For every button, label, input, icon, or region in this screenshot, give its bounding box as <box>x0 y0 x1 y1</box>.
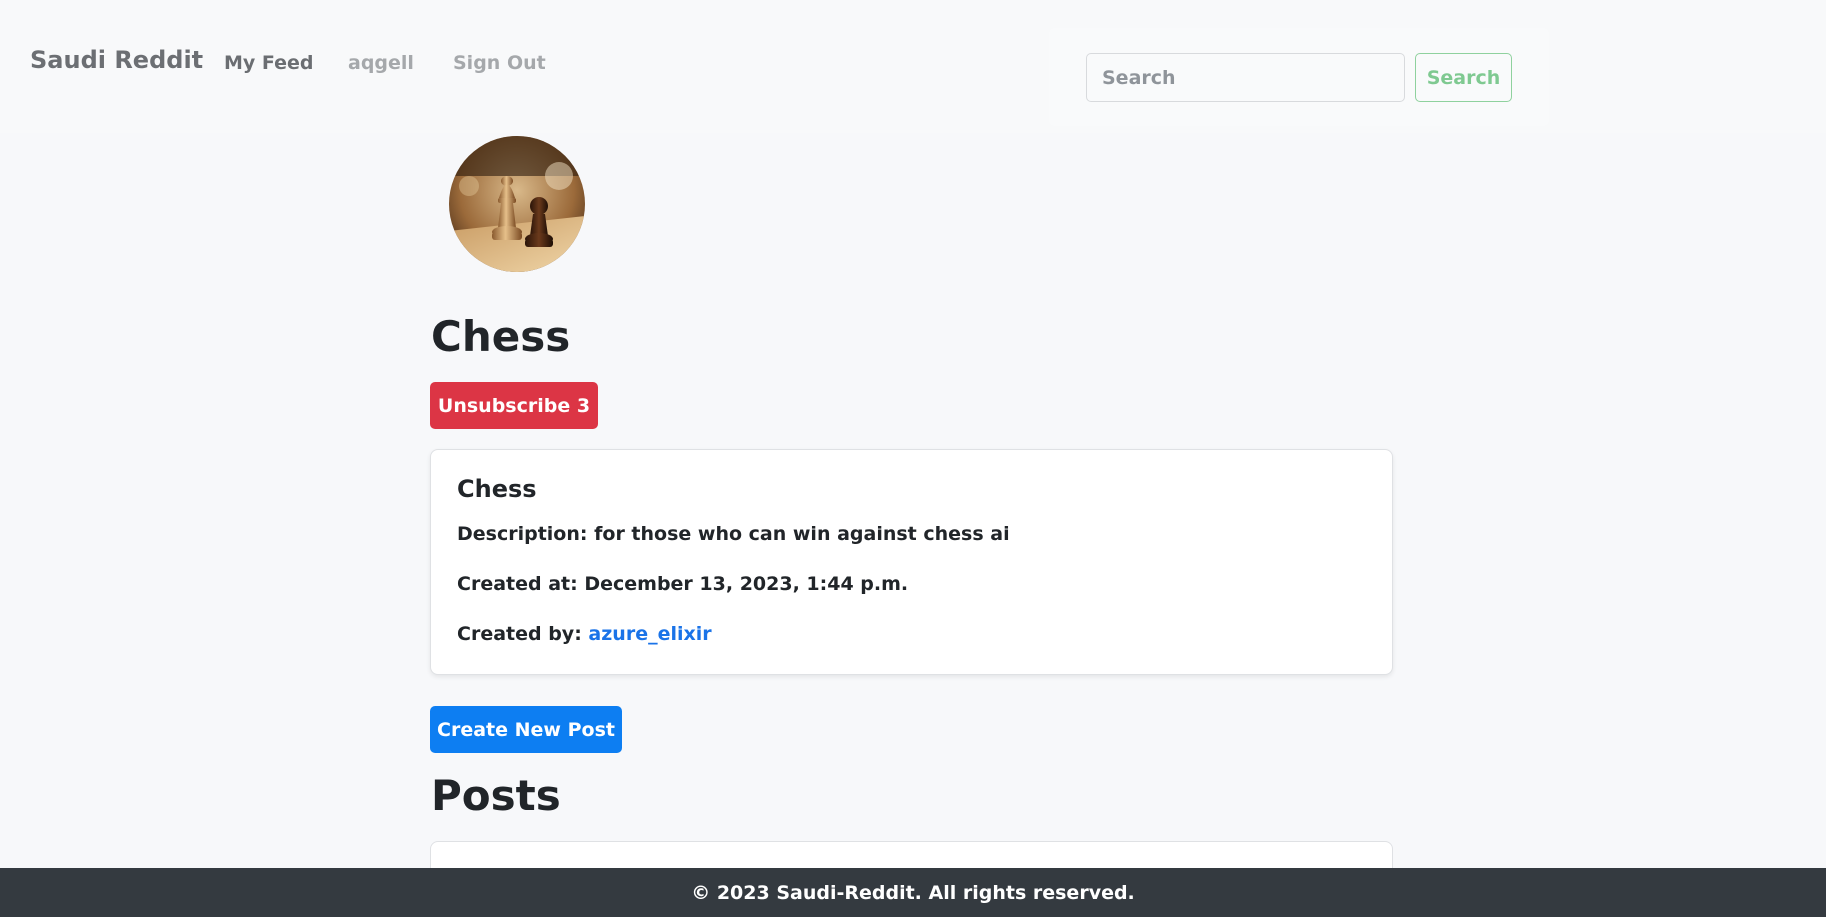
chess-pieces-image <box>449 136 585 272</box>
description-label: Description: <box>457 523 588 545</box>
created-by-label: Created by: <box>457 623 582 645</box>
nav-username[interactable]: aqgell <box>348 52 414 74</box>
search-form: Search <box>1049 28 1549 126</box>
created-at-line: Created at: December 13, 2023, 1:44 p.m. <box>457 573 908 595</box>
search-button[interactable]: Search <box>1415 53 1512 102</box>
community-info-card: Chess Description: for those who can win… <box>430 449 1393 675</box>
card-title: Chess <box>457 475 537 503</box>
nav-my-feed[interactable]: My Feed <box>224 52 314 74</box>
description-line: Description: for those who can win again… <box>457 523 1010 545</box>
description-value: for those who can win against chess ai <box>594 523 1010 545</box>
posts-heading: Posts <box>431 771 561 820</box>
unsubscribe-button[interactable]: Unsubscribe 3 <box>430 382 598 429</box>
creator-link[interactable]: azure_elixir <box>588 623 711 645</box>
footer: © 2023 Saudi-Reddit. All rights reserved… <box>0 868 1826 917</box>
brand-link[interactable]: Saudi Reddit <box>30 46 203 74</box>
community-title: Chess <box>431 312 571 361</box>
footer-copyright: © 2023 Saudi-Reddit. All rights reserved… <box>691 881 1135 904</box>
created-at-label: Created at: <box>457 573 578 595</box>
search-input[interactable] <box>1086 53 1405 102</box>
community-avatar <box>449 136 585 272</box>
nav-sign-out[interactable]: Sign Out <box>453 52 546 74</box>
create-new-post-button[interactable]: Create New Post <box>430 706 622 753</box>
navbar: Saudi Reddit My Feed aqgell Sign Out Sea… <box>0 0 1826 133</box>
created-at-value: December 13, 2023, 1:44 p.m. <box>584 573 909 595</box>
created-by-line: Created by: azure_elixir <box>457 623 712 645</box>
